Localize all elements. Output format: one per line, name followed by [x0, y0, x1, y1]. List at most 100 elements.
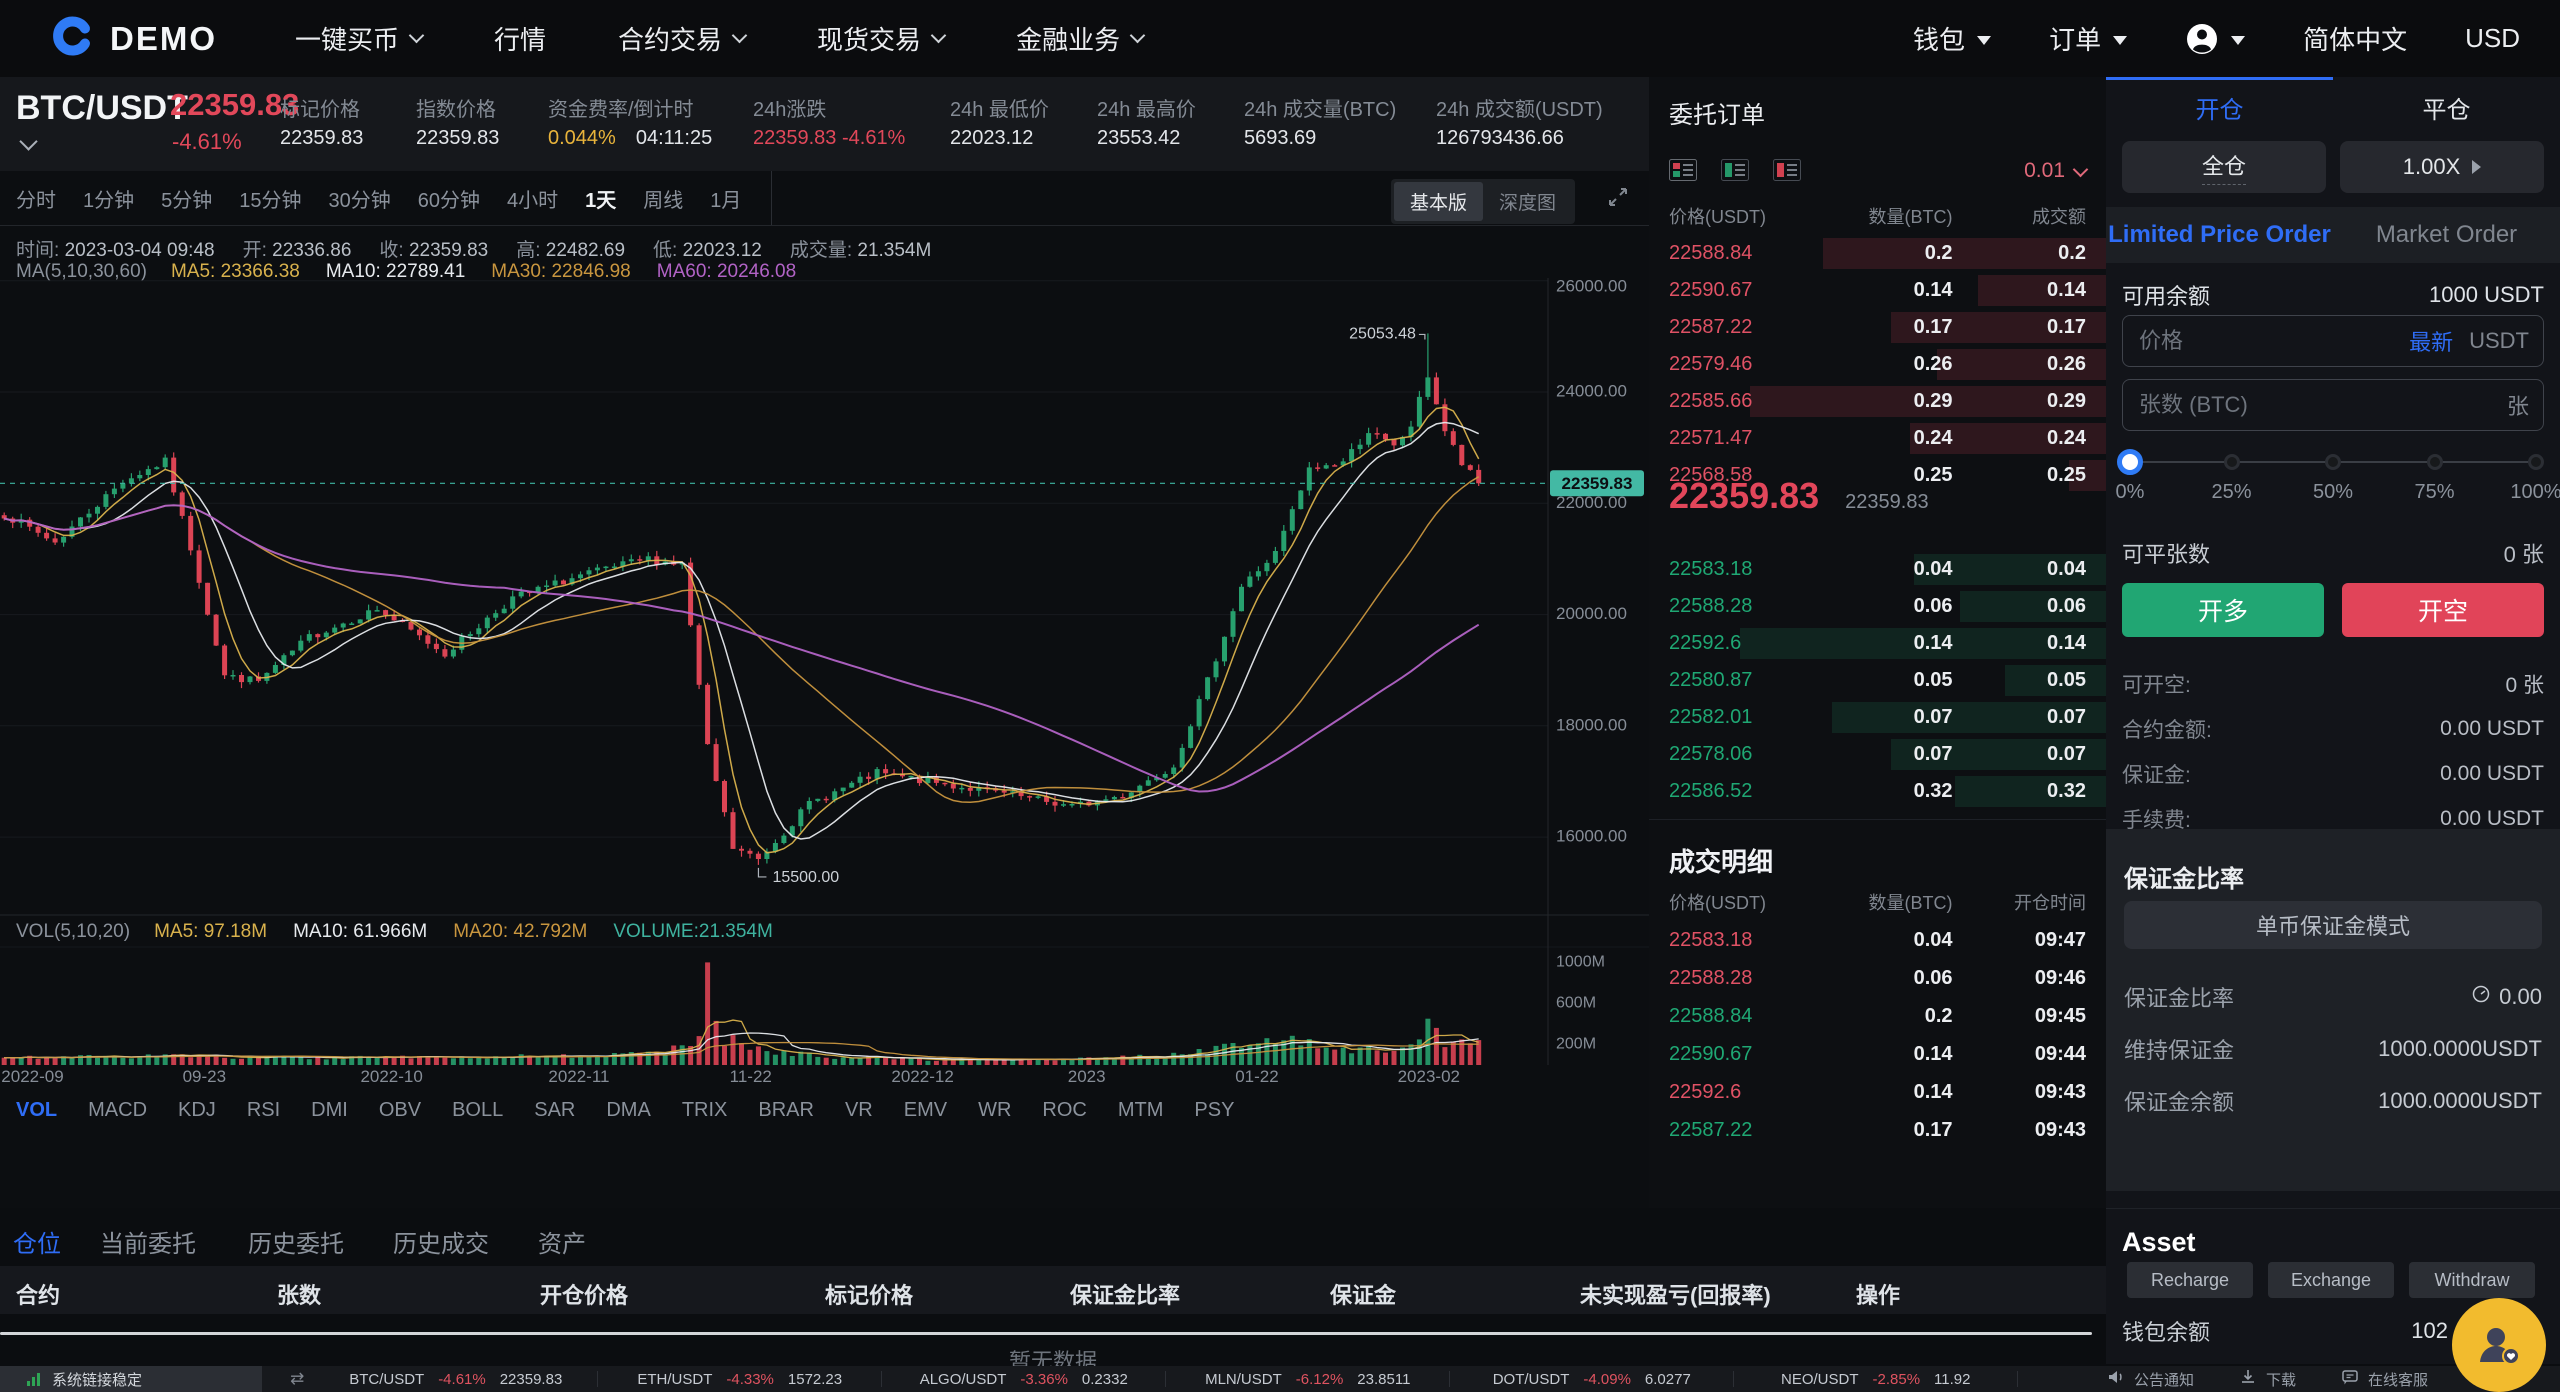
interval-tab-2[interactable]: 5分钟	[161, 184, 212, 213]
price-input[interactable]	[2137, 327, 2409, 355]
positions-tab-4[interactable]: 资产	[538, 1224, 586, 1259]
indicator-tab-macd[interactable]: MACD	[88, 1099, 147, 1122]
tab-close-position[interactable]: 平仓	[2333, 89, 2560, 133]
orderbook-sell-row[interactable]: 22585.660.290.29	[1649, 383, 2106, 420]
positions-tab-2[interactable]: 历史委托	[248, 1224, 344, 1259]
interval-tab-1[interactable]: 1分钟	[83, 184, 134, 213]
status-link-megaphone[interactable]: 公告通知	[2106, 1367, 2194, 1391]
recharge-button[interactable]: Recharge	[2127, 1262, 2253, 1298]
nav-item-3[interactable]: 合约交易	[618, 20, 745, 57]
stat-value-main: 22359.83	[280, 127, 363, 149]
orderbook-buy-row[interactable]: 22578.060.070.07	[1649, 736, 2106, 773]
interval-tab-7[interactable]: 1天	[585, 184, 616, 213]
indicator-tab-kdj[interactable]: KDJ	[178, 1099, 216, 1122]
indicator-tab-dma[interactable]: DMA	[606, 1099, 650, 1122]
interval-tab-9[interactable]: 1月	[710, 184, 741, 213]
ticker-ALGO/USDT[interactable]: ALGO/USDT-3.36%0.2332	[882, 1371, 1166, 1387]
orderbook-sell-row[interactable]: 22588.840.20.2	[1649, 235, 2106, 272]
tab-limit-order[interactable]: Limited Price Order	[2106, 207, 2333, 263]
interval-tab-0[interactable]: 分时	[16, 184, 56, 213]
positions-tab-1[interactable]: 当前委托	[100, 1224, 196, 1259]
ticker-NEO/USDT[interactable]: NEO/USDT-2.85%11.92	[1734, 1371, 2018, 1387]
expand-icon[interactable]	[1605, 184, 1631, 215]
indicator-tab-emv[interactable]: EMV	[904, 1099, 947, 1122]
orderbook-sell-row[interactable]: 22571.470.240.24	[1649, 420, 2106, 457]
exchange-button[interactable]: Exchange	[2268, 1262, 2394, 1298]
slider-mark-50%[interactable]	[2325, 454, 2341, 470]
slider-mark-25%[interactable]	[2224, 454, 2240, 470]
indicator-tab-brar[interactable]: BRAR	[758, 1099, 814, 1122]
pair-name[interactable]: BTC/USDT	[16, 89, 188, 128]
indicator-tab-roc[interactable]: ROC	[1042, 1099, 1086, 1122]
horizontal-scrollbar[interactable]	[0, 1332, 2092, 1335]
indicator-tab-sar[interactable]: SAR	[534, 1099, 575, 1122]
orderbook-header: 成交额	[1953, 203, 2086, 229]
view-tab-1[interactable]: 深度图	[1483, 182, 1572, 221]
amount-slider[interactable]	[2130, 449, 2536, 475]
open-short-button[interactable]: 开空	[2342, 583, 2544, 637]
indicator-tab-boll[interactable]: BOLL	[452, 1099, 503, 1122]
interval-tab-4[interactable]: 30分钟	[329, 184, 391, 213]
indicator-tab-dmi[interactable]: DMI	[311, 1099, 348, 1122]
positions-tab-3[interactable]: 历史成交	[393, 1224, 489, 1259]
interval-tab-5[interactable]: 60分钟	[418, 184, 480, 213]
withdraw-button[interactable]: Withdraw	[2409, 1262, 2535, 1298]
chevron-down-icon[interactable]	[19, 132, 37, 150]
indicator-tab-vr[interactable]: VR	[845, 1099, 873, 1122]
slider-mark-0%[interactable]	[2117, 449, 2143, 475]
nav-item-1[interactable]: 一键买币	[295, 20, 422, 57]
nav-right-item-5[interactable]: USD	[2465, 23, 2520, 54]
nav-right-item-1[interactable]: 钱包	[1913, 20, 1991, 57]
interval-tab-8[interactable]: 周线	[643, 184, 683, 213]
orderbook-mode-bids-icon[interactable]	[1721, 159, 1749, 186]
indicator-tab-rsi[interactable]: RSI	[247, 1099, 280, 1122]
slider-mark-75%[interactable]	[2427, 454, 2443, 470]
nav-right-item-2[interactable]: 订单	[2049, 20, 2127, 57]
orderbook-mode-both-icon[interactable]	[1669, 159, 1697, 186]
orderbook-buy-row[interactable]: 22586.520.320.32	[1649, 773, 2106, 810]
orderbook-sell-row[interactable]: 22579.460.260.26	[1649, 346, 2106, 383]
interval-tab-3[interactable]: 15分钟	[239, 184, 301, 213]
orderbook-mode-asks-icon[interactable]	[1773, 159, 1801, 186]
latest-price-button[interactable]: 最新	[2409, 325, 2453, 357]
slider-mark-100%[interactable]	[2528, 454, 2544, 470]
indicator-tab-mtm[interactable]: MTM	[1118, 1099, 1164, 1122]
logo[interactable]: DEMO	[52, 15, 217, 62]
margin-row: 保证金比率0.00	[2124, 971, 2542, 1023]
orderbook-buy-row[interactable]: 22583.180.040.04	[1649, 551, 2106, 588]
nav-right-item-4[interactable]: 简体中文	[2303, 20, 2407, 57]
indicator-tab-vol[interactable]: VOL	[16, 1099, 57, 1122]
customer-service-button[interactable]	[2452, 1298, 2546, 1392]
ticker-MLN/USDT[interactable]: MLN/USDT-6.12%23.8511	[1166, 1371, 1450, 1387]
margin-mode-button[interactable]: 全仓	[2122, 141, 2326, 193]
quantity-input[interactable]	[2137, 391, 2507, 419]
tab-market-order[interactable]: Market Order	[2333, 207, 2560, 263]
positions-tab-0[interactable]: 仓位	[13, 1224, 61, 1259]
view-tab-0[interactable]: 基本版	[1394, 182, 1483, 221]
indicator-tab-psy[interactable]: PSY	[1194, 1099, 1234, 1122]
nav-user-menu[interactable]	[2185, 22, 2245, 56]
ticker-DOT/USDT[interactable]: DOT/USDT-4.09%6.0277	[1450, 1371, 1734, 1387]
indicator-tab-wr[interactable]: WR	[978, 1099, 1011, 1122]
indicator-tab-trix[interactable]: TRIX	[682, 1099, 728, 1122]
orderbook-buy-row[interactable]: 22580.870.050.05	[1649, 662, 2106, 699]
status-link-chat[interactable]: 在线客服	[2340, 1367, 2428, 1391]
orderbook-sell-row[interactable]: 22587.220.170.17	[1649, 309, 2106, 346]
ticker-BTC/USDT[interactable]: BTC/USDT-4.61%22359.83	[314, 1371, 598, 1387]
interval-tab-6[interactable]: 4小时	[507, 184, 558, 213]
orderbook-sell-row[interactable]: 22590.670.140.14	[1649, 272, 2106, 309]
precision-dropdown[interactable]: 0.01	[2024, 159, 2086, 183]
nav-item-2[interactable]: 行情	[494, 20, 546, 57]
orderbook-buy-row[interactable]: 22588.280.060.06	[1649, 588, 2106, 625]
orderbook-buy-row[interactable]: 22592.60.140.14	[1649, 625, 2106, 662]
indicator-tab-obv[interactable]: OBV	[379, 1099, 421, 1122]
single-margin-mode-button[interactable]: 单币保证金模式	[2124, 901, 2542, 949]
open-long-button[interactable]: 开多	[2122, 583, 2324, 637]
nav-item-5[interactable]: 金融业务	[1016, 20, 1143, 57]
nav-item-4[interactable]: 现货交易	[817, 20, 944, 57]
leverage-button[interactable]: 1.00X	[2340, 141, 2544, 193]
status-link-download[interactable]: 下载	[2238, 1367, 2296, 1391]
ticker-ETH/USDT[interactable]: ETH/USDT-4.33%1572.23	[598, 1371, 882, 1387]
orderbook-buy-row[interactable]: 22582.010.070.07	[1649, 699, 2106, 736]
tab-open-position[interactable]: 开仓	[2106, 89, 2333, 133]
